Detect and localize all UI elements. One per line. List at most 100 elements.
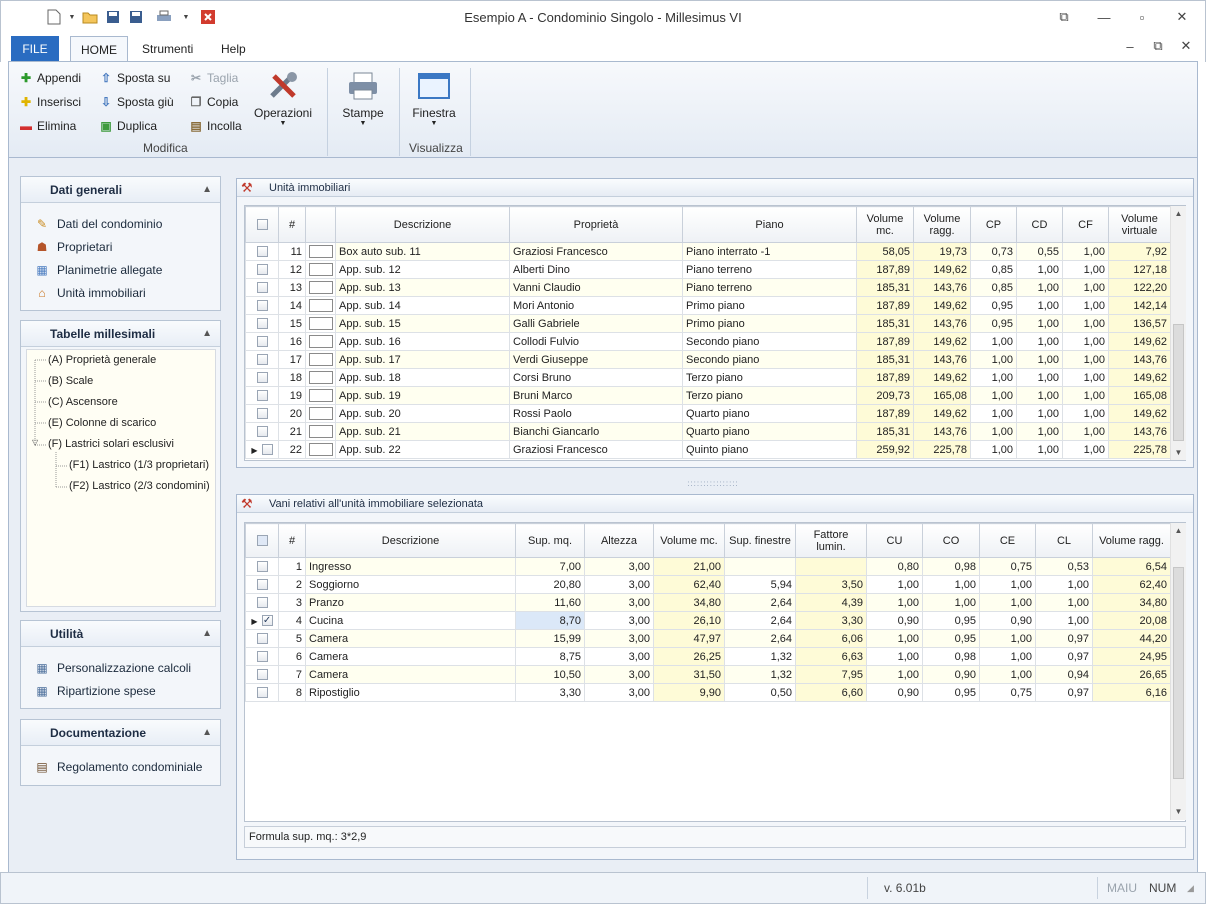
copy-button[interactable]: ❐ Copia	[189, 92, 239, 112]
cell-value[interactable]: 1,00	[979, 665, 1036, 684]
table-row[interactable]: 16 App. sub. 16 Collodi Fulvio Secondo pian…	[245, 332, 1171, 351]
cell-value[interactable]: 3,00	[584, 575, 654, 594]
sidebar-item-proprietari[interactable]: ☗ Proprietari	[21, 235, 220, 258]
cell-value[interactable]: 47,97	[653, 629, 725, 648]
cell-proprieta[interactable]: Vanni Claudio	[509, 278, 683, 297]
cell-value[interactable]: 1,00	[1035, 575, 1093, 594]
cell-descrizione[interactable]: Camera	[305, 647, 516, 666]
cell-descrizione[interactable]: Ingresso	[305, 557, 516, 576]
cell-value[interactable]: 3,50	[795, 575, 867, 594]
cell-descrizione[interactable]: Cucina	[305, 611, 516, 630]
tree-item-e[interactable]: (E) Colonne di scarico	[48, 417, 156, 429]
row-checkbox[interactable]	[245, 575, 279, 594]
cell-value[interactable]: 1,32	[724, 665, 796, 684]
cell-value[interactable]: 26,10	[653, 611, 725, 630]
cell-value[interactable]: 142,14	[1108, 296, 1171, 315]
cell-value[interactable]: 187,89	[856, 296, 914, 315]
cell-value[interactable]: 187,89	[856, 260, 914, 279]
cell-value[interactable]: 19,73	[913, 242, 971, 261]
cell-proprieta[interactable]: Verdi Giuseppe	[509, 350, 683, 369]
cell-value[interactable]: 1,00	[1016, 260, 1063, 279]
chevron-up-icon[interactable]: ▲	[202, 628, 212, 639]
splitter-handle[interactable]: ::::::::::::::::	[680, 480, 746, 488]
cell-value[interactable]: 1,00	[922, 575, 980, 594]
cell-descrizione[interactable]: Ripostiglio	[305, 683, 516, 702]
panel-header[interactable]: Tabelle millesimali ▲	[21, 321, 220, 347]
column-header[interactable]: Proprietà	[509, 206, 683, 243]
cell-value[interactable]: 0,95	[970, 296, 1017, 315]
table-row[interactable]: 8 Ripostiglio 3,30 3,00 9,90 0,50 6,60 0,90 0,95…	[245, 683, 1171, 702]
cell-value[interactable]: 1,00	[970, 332, 1017, 351]
rooms-scrollbar[interactable]: ▲ ▼	[1170, 523, 1186, 820]
cell-value[interactable]: 1,00	[1035, 611, 1093, 630]
sidebar-item-planimetrie[interactable]: ▦ Planimetrie allegate	[21, 258, 220, 281]
cell-value[interactable]	[724, 557, 796, 576]
cell-piano[interactable]: Terzo piano	[682, 386, 857, 405]
row-checkbox[interactable]: ▶ ✓	[245, 611, 279, 630]
paste-button[interactable]: ▤ Incolla	[189, 116, 241, 136]
cell-value[interactable]: 143,76	[913, 422, 971, 441]
cell-piano[interactable]: Quinto piano	[682, 440, 857, 459]
cell-value[interactable]: 62,40	[653, 575, 725, 594]
select-all-checkbox[interactable]	[245, 206, 279, 243]
operations-button[interactable]: Operazioni ▼	[251, 70, 315, 127]
row-checkbox[interactable]	[245, 422, 279, 441]
cell-value[interactable]: 0,73	[970, 242, 1017, 261]
cell-value[interactable]: 62,40	[1092, 575, 1171, 594]
cell-value[interactable]: 185,31	[856, 314, 914, 333]
cell-value[interactable]: 20,80	[515, 575, 585, 594]
column-header[interactable]: #	[278, 206, 306, 243]
cell-value[interactable]: 165,08	[1108, 386, 1171, 405]
row-checkbox[interactable]	[245, 332, 279, 351]
panel-header[interactable]: Documentazione ▲	[21, 720, 220, 746]
cell-value[interactable]: 1,00	[979, 629, 1036, 648]
cell-value[interactable]: 0,95	[922, 611, 980, 630]
cell-value[interactable]: 1,00	[1062, 296, 1109, 315]
column-header[interactable]: CF	[1062, 206, 1109, 243]
cell-value[interactable]: 34,80	[1092, 593, 1171, 612]
cell-value[interactable]: 1,00	[1016, 278, 1063, 297]
column-header[interactable]: CL	[1035, 523, 1093, 558]
close-document-icon[interactable]: ✕	[1171, 34, 1201, 58]
cell-value[interactable]: 1,00	[1062, 368, 1109, 387]
row-checkbox[interactable]	[245, 278, 279, 297]
duplicate-button[interactable]: ▣ Duplica	[99, 116, 157, 136]
cell-value[interactable]: 1,00	[922, 593, 980, 612]
cell-proprieta[interactable]: Alberti Dino	[509, 260, 683, 279]
cell-proprieta[interactable]: Corsi Bruno	[509, 368, 683, 387]
cell-descrizione[interactable]: Pranzo	[305, 593, 516, 612]
cell-value[interactable]: 1,00	[1035, 593, 1093, 612]
cell-value[interactable]: 149,62	[913, 296, 971, 315]
cell-piano[interactable]: Primo piano	[682, 314, 857, 333]
cell-value[interactable]: 44,20	[1092, 629, 1171, 648]
cell-value[interactable]: 1,00	[1016, 440, 1063, 459]
cell-value[interactable]: 187,89	[856, 332, 914, 351]
table-row[interactable]: 1 Ingresso 7,00 3,00 21,00 0,80 0,98 0,75 0,53 6,…	[245, 557, 1171, 576]
append-button[interactable]: ✚ Appendi	[19, 68, 81, 88]
cell-piano[interactable]: Piano terreno	[682, 260, 857, 279]
cell-value[interactable]: 0,90	[866, 683, 923, 702]
cell-piano[interactable]: Secondo piano	[682, 350, 857, 369]
column-header[interactable]: Piano	[682, 206, 857, 243]
cell-value[interactable]: 1,00	[1016, 404, 1063, 423]
table-row[interactable]: 7 Camera 10,50 3,00 31,50 1,32 7,95 1,00 0,90 1,0…	[245, 665, 1171, 684]
cell-value[interactable]: 1,00	[970, 422, 1017, 441]
scroll-thumb[interactable]	[1173, 324, 1184, 441]
row-checkbox[interactable]: ▶	[245, 440, 279, 459]
color-swatch[interactable]	[305, 296, 336, 315]
cell-value[interactable]: 34,80	[653, 593, 725, 612]
cell-value[interactable]: 26,65	[1092, 665, 1171, 684]
cell-piano[interactable]: Terzo piano	[682, 368, 857, 387]
cell-piano[interactable]: Piano terreno	[682, 278, 857, 297]
scroll-down-icon[interactable]: ▼	[1171, 448, 1186, 457]
row-checkbox[interactable]	[245, 647, 279, 666]
cell-value[interactable]: 15,99	[515, 629, 585, 648]
cell-value[interactable]: 1,00	[866, 647, 923, 666]
cell-value[interactable]: 0,75	[979, 683, 1036, 702]
tree-item-f1[interactable]: (F1) Lastrico (1/3 proprietari)	[69, 459, 209, 471]
cell-value[interactable]: 1,00	[970, 404, 1017, 423]
restore-layout-icon[interactable]: ⧉	[1049, 5, 1079, 29]
cell-proprieta[interactable]: Mori Antonio	[509, 296, 683, 315]
cell-value[interactable]: 1,00	[1016, 296, 1063, 315]
cell-proprieta[interactable]: Graziosi Francesco	[509, 440, 683, 459]
